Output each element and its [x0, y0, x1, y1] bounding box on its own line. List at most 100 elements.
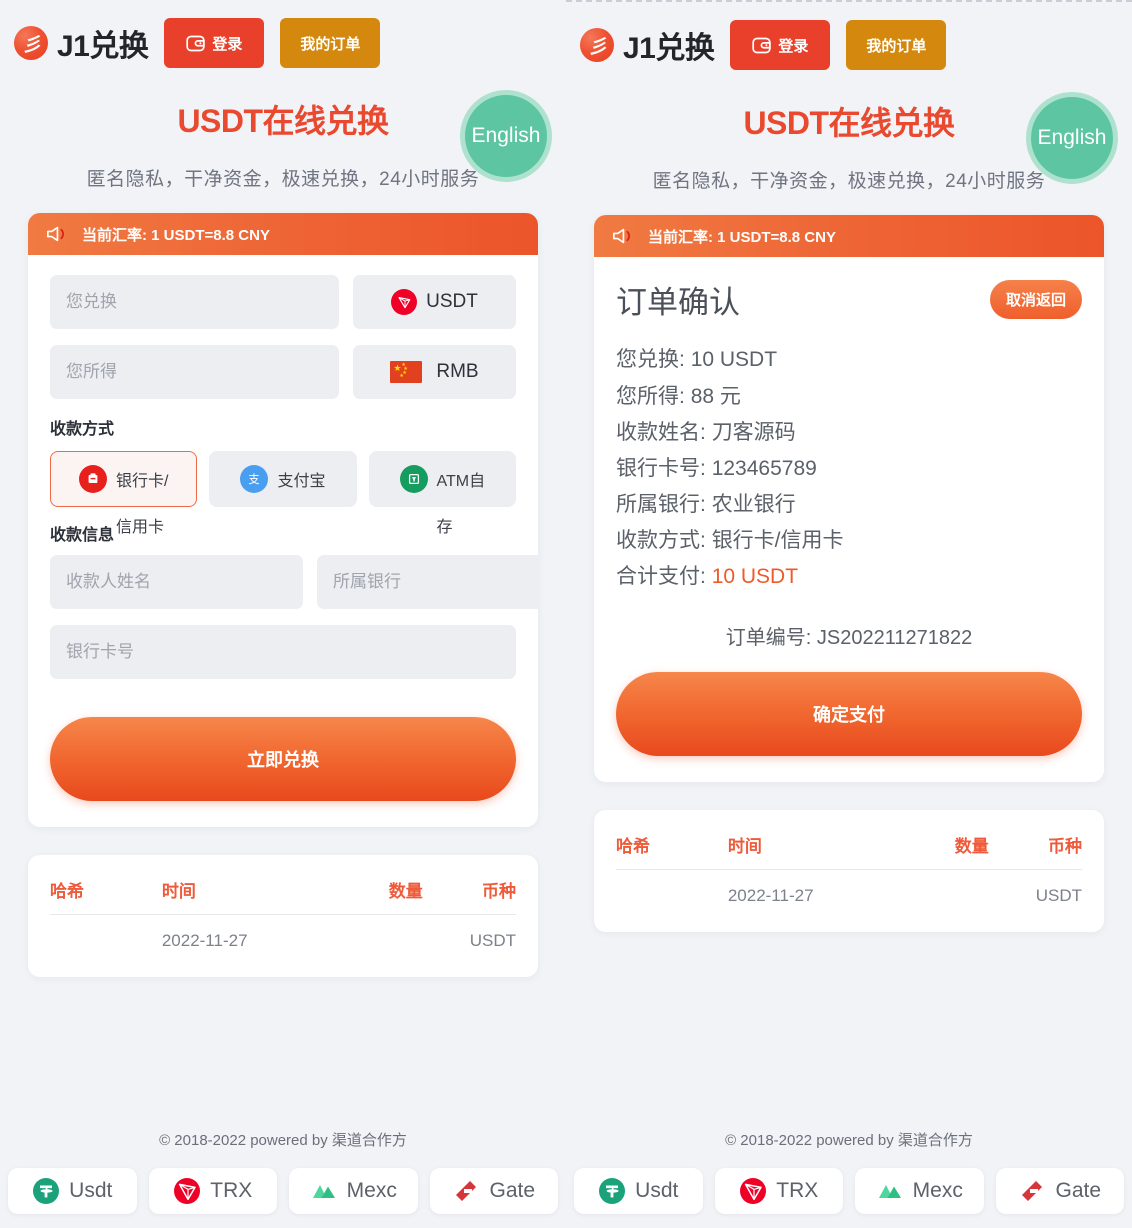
cell-coin: USDT: [423, 915, 516, 956]
order-detail-card-no: 银行卡号: 123465789: [616, 451, 1082, 487]
partner-trx-right[interactable]: TRX: [715, 1168, 844, 1214]
exchange-card-body: USDT ★ ★ ★ ★ ★ RMB: [28, 255, 538, 827]
brand-name: J1兑换: [57, 21, 148, 65]
language-badge-label: English: [472, 124, 541, 148]
mexc-icon: [310, 1177, 338, 1205]
cell-amount-right: [886, 870, 989, 911]
wallet-icon: [186, 35, 205, 52]
tron-icon: [173, 1177, 201, 1205]
partner-gate-label-right: Gate: [1055, 1179, 1101, 1203]
confirm-payment-button[interactable]: 确定支付: [616, 672, 1082, 756]
order-detail-method-value: 银行卡/信用卡: [712, 529, 844, 552]
card-number-row: [50, 625, 516, 679]
order-detail-receive-label: 您所得:: [616, 385, 685, 408]
rate-notice-text: 当前汇率: 1 USDT=8.8 CNY: [82, 224, 270, 245]
cancel-return-button[interactable]: 取消返回: [990, 280, 1082, 319]
partner-usdt[interactable]: Usdt: [8, 1168, 137, 1214]
partner-mexc-right[interactable]: Mexc: [855, 1168, 984, 1214]
copyright-text: © 2018-2022 powered by 渠道合作方: [0, 1129, 566, 1168]
rate-notice-text-right: 当前汇率: 1 USDT=8.8 CNY: [648, 226, 836, 247]
cell-time-right: 2022-11-27: [728, 870, 886, 911]
partner-gate[interactable]: Gate: [430, 1168, 559, 1214]
wallet-icon: [752, 37, 771, 54]
table-row: 2022-11-27 USDT: [50, 915, 516, 956]
table-row: 2022-11-27 USDT: [616, 870, 1082, 911]
payee-bank-input[interactable]: [317, 555, 538, 609]
order-confirm-body: 订单确认 取消返回 您兑换: 10 USDT 您所得: 88 元 收款姓名: 刀…: [594, 257, 1104, 782]
panel-exchange-form: 彡 J1兑换 登录 我的订单 USDT在线兑换 匿名隐私，干净资金，极速兑换，2…: [0, 0, 566, 1228]
partner-gate-label: Gate: [489, 1179, 535, 1203]
transaction-table-card: 哈希 时间 数量 币种 2022-11-27 USDT: [28, 855, 538, 977]
order-detail-receive: 您所得: 88 元: [616, 379, 1082, 415]
th-coin-right: 币种: [989, 828, 1082, 870]
my-orders-button[interactable]: 我的订单: [280, 18, 380, 68]
payment-method-bank-card[interactable]: 银行卡/: [50, 451, 197, 507]
order-number: 订单编号: JS202211271822: [616, 621, 1082, 650]
gate-icon: [1018, 1177, 1046, 1205]
receive-amount-row: ★ ★ ★ ★ ★ RMB: [50, 345, 516, 399]
order-detail-pay-value: 10 USDT: [691, 348, 777, 371]
brand-logo-right[interactable]: 彡 J1兑换: [580, 23, 714, 67]
order-detail-total-label: 合计支付:: [616, 565, 706, 588]
partner-usdt-right[interactable]: Usdt: [574, 1168, 703, 1214]
order-detail-method: 收款方式: 银行卡/信用卡: [616, 523, 1082, 559]
order-detail-card-no-value: 123465789: [712, 457, 817, 480]
partner-mexc-label: Mexc: [347, 1179, 397, 1203]
login-button[interactable]: 登录: [164, 18, 264, 68]
partner-mexc[interactable]: Mexc: [289, 1168, 418, 1214]
order-confirm-header: 订单确认 取消返回: [616, 277, 1082, 322]
pay-amount-row: USDT: [50, 275, 516, 329]
exchange-card: 当前汇率: 1 USDT=8.8 CNY USDT: [28, 213, 538, 827]
atm-icon: [400, 465, 428, 493]
receive-amount-input[interactable]: [50, 345, 339, 399]
order-confirm-title: 订单确认: [616, 277, 740, 322]
table-header-row: 哈希 时间 数量 币种: [616, 828, 1082, 870]
partner-trx[interactable]: TRX: [149, 1168, 278, 1214]
pay-currency-label: USDT: [426, 291, 478, 313]
payee-name-input[interactable]: [50, 555, 303, 609]
cell-coin-right: USDT: [989, 870, 1082, 911]
language-switch-badge-right[interactable]: English: [1026, 92, 1118, 184]
table-header-row: 哈希 时间 数量 币种: [50, 873, 516, 915]
receive-info-label: 收款信息: [50, 521, 516, 545]
card-number-input[interactable]: [50, 625, 516, 679]
tether-icon: [598, 1177, 626, 1205]
mexc-icon: [876, 1177, 904, 1205]
exchange-submit-button[interactable]: 立即兑换: [50, 717, 516, 801]
th-hash: 哈希: [50, 873, 162, 915]
partner-trx-label-right: TRX: [776, 1179, 818, 1203]
pay-amount-input[interactable]: [50, 275, 339, 329]
login-button-right[interactable]: 登录: [730, 20, 830, 70]
panel-order-confirm: 彡 J1兑换 登录 我的订单 USDT在线兑换 匿名隐私，干净资金，极速兑换，2…: [566, 0, 1132, 1228]
megaphone-icon: [612, 226, 636, 246]
partner-usdt-label: Usdt: [69, 1179, 112, 1203]
order-detail-payee-name-value: 刀客源码: [712, 421, 796, 444]
tether-icon: [32, 1177, 60, 1205]
order-detail-list: 您兑换: 10 USDT 您所得: 88 元 收款姓名: 刀客源码 银行卡号: …: [616, 342, 1082, 595]
language-switch-badge[interactable]: English: [460, 90, 552, 182]
j1-logo-mark-icon: 彡: [14, 26, 48, 60]
pay-currency-select[interactable]: USDT: [353, 275, 516, 329]
payment-methods-label: 收款方式: [50, 415, 516, 439]
footer-right: © 2018-2022 powered by 渠道合作方 Usdt TRX Me…: [566, 1129, 1132, 1228]
rate-notice-bar: 当前汇率: 1 USDT=8.8 CNY: [28, 213, 538, 255]
my-orders-label-right: 我的订单: [866, 35, 926, 56]
hero-section: USDT在线兑换 匿名隐私，干净资金，极速兑换，24小时服务 English: [0, 82, 566, 191]
site-header-right: 彡 J1兑换 登录 我的订单: [566, 2, 1132, 84]
language-badge-label-right: English: [1038, 126, 1107, 150]
cell-amount: [320, 915, 423, 956]
receive-currency-select[interactable]: ★ ★ ★ ★ ★ RMB: [353, 345, 516, 399]
order-detail-payee-name-label: 收款姓名:: [616, 421, 706, 444]
my-orders-button-right[interactable]: 我的订单: [846, 20, 946, 70]
payment-method-alipay[interactable]: 支 支付宝: [209, 451, 356, 507]
hero-section-right: USDT在线兑换 匿名隐私，干净资金，极速兑换，24小时服务 English: [566, 84, 1132, 193]
transaction-table-card-right: 哈希 时间 数量 币种 2022-11-27 USDT: [594, 810, 1104, 932]
th-hash-right: 哈希: [616, 828, 728, 870]
payment-method-atm[interactable]: ATM自: [369, 451, 516, 507]
order-number-label: 订单编号:: [726, 627, 812, 649]
payee-row: [50, 555, 516, 609]
brand-logo[interactable]: 彡 J1兑换: [14, 21, 148, 65]
copyright-text-right: © 2018-2022 powered by 渠道合作方: [566, 1129, 1132, 1168]
j1-logo-mark-icon: 彡: [580, 28, 614, 62]
partner-gate-right[interactable]: Gate: [996, 1168, 1125, 1214]
